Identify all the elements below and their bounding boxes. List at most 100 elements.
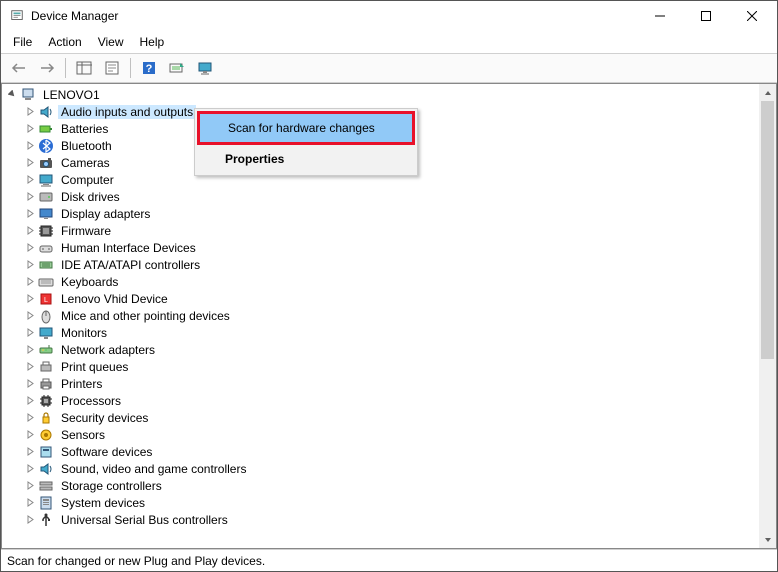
scroll-up-button[interactable] xyxy=(759,84,776,101)
toolbar-separator xyxy=(65,58,66,78)
disk-icon xyxy=(38,189,54,205)
tree-item[interactable]: Print queues xyxy=(6,358,759,375)
tree-item-label: IDE ATA/ATAPI controllers xyxy=(58,258,203,272)
expander-icon[interactable] xyxy=(24,429,36,441)
bluetooth-icon xyxy=(38,138,54,154)
tree-item-label: Mice and other pointing devices xyxy=(58,309,233,323)
properties-button[interactable] xyxy=(100,56,124,80)
tree-item[interactable]: Disk drives xyxy=(6,188,759,205)
tree-root[interactable]: LENOVO1 xyxy=(6,86,759,103)
tree-item[interactable]: Universal Serial Bus controllers xyxy=(6,511,759,528)
help-button[interactable]: ? xyxy=(137,56,161,80)
printqueue-icon xyxy=(38,359,54,375)
expander-icon[interactable] xyxy=(24,412,36,424)
expander-icon[interactable] xyxy=(24,463,36,475)
tree-item[interactable]: Monitors xyxy=(6,324,759,341)
expander-icon[interactable] xyxy=(24,514,36,526)
display-icon xyxy=(38,206,54,222)
tree-item-label: Display adapters xyxy=(58,207,153,221)
svg-text:L: L xyxy=(44,297,48,304)
tree-item-label: System devices xyxy=(58,496,148,510)
expander-icon[interactable] xyxy=(24,293,36,305)
expander-icon[interactable] xyxy=(24,378,36,390)
expander-icon[interactable] xyxy=(24,174,36,186)
expander-icon[interactable] xyxy=(24,157,36,169)
tree-item[interactable]: System devices xyxy=(6,494,759,511)
tree-item[interactable]: Mice and other pointing devices xyxy=(6,307,759,324)
scroll-track[interactable] xyxy=(759,101,776,531)
expander-icon[interactable] xyxy=(24,480,36,492)
system-icon xyxy=(38,495,54,511)
expander-icon[interactable] xyxy=(24,395,36,407)
maximize-button[interactable] xyxy=(683,1,729,31)
close-button[interactable] xyxy=(729,1,775,31)
expander-icon[interactable] xyxy=(24,344,36,356)
statusbar: Scan for changed or new Plug and Play de… xyxy=(1,549,777,571)
tree-item-label: Human Interface Devices xyxy=(58,241,199,255)
menu-view[interactable]: View xyxy=(90,33,132,51)
expander-icon[interactable] xyxy=(24,191,36,203)
tree-item[interactable]: Processors xyxy=(6,392,759,409)
expander-icon[interactable] xyxy=(24,361,36,373)
show-hide-console-tree-button[interactable] xyxy=(72,56,96,80)
scan-hardware-button[interactable] xyxy=(165,56,189,80)
camera-icon xyxy=(38,155,54,171)
hid-icon xyxy=(38,240,54,256)
processor-icon xyxy=(38,393,54,409)
expander-icon[interactable] xyxy=(24,140,36,152)
expander-icon[interactable] xyxy=(24,327,36,339)
status-text: Scan for changed or new Plug and Play de… xyxy=(7,554,265,568)
tree-item[interactable]: Sensors xyxy=(6,426,759,443)
tree-item-label: Sensors xyxy=(58,428,108,442)
tree-item[interactable]: Software devices xyxy=(6,443,759,460)
sensor-icon xyxy=(38,427,54,443)
app-icon xyxy=(9,8,25,24)
monitor-button[interactable] xyxy=(193,56,217,80)
expander-icon[interactable] xyxy=(24,123,36,135)
scroll-down-button[interactable] xyxy=(759,531,776,548)
tree-item-label: Processors xyxy=(58,394,124,408)
tree-item[interactable]: Display adapters xyxy=(6,205,759,222)
battery-icon xyxy=(38,121,54,137)
expander-icon[interactable] xyxy=(24,497,36,509)
ctx-scan-hardware[interactable]: Scan for hardware changes xyxy=(197,111,415,145)
tree-item[interactable]: Keyboards xyxy=(6,273,759,290)
tree-item[interactable]: Sound, video and game controllers xyxy=(6,460,759,477)
minimize-button[interactable] xyxy=(637,1,683,31)
tree-item-label: Print queues xyxy=(58,360,131,374)
menu-file[interactable]: File xyxy=(5,33,40,51)
tree-item[interactable]: Human Interface Devices xyxy=(6,239,759,256)
expander-icon[interactable] xyxy=(24,276,36,288)
expander-icon[interactable] xyxy=(24,106,36,118)
scroll-thumb[interactable] xyxy=(761,101,774,359)
expander-icon[interactable] xyxy=(24,446,36,458)
ctx-properties[interactable]: Properties xyxy=(197,145,415,173)
tree-item[interactable]: Network adapters xyxy=(6,341,759,358)
expander-icon[interactable] xyxy=(24,310,36,322)
tree-item[interactable]: Storage controllers xyxy=(6,477,759,494)
expander-icon[interactable] xyxy=(6,89,18,101)
tree-item[interactable]: IDE ATA/ATAPI controllers xyxy=(6,256,759,273)
tree-item[interactable]: LLenovo Vhid Device xyxy=(6,290,759,307)
expander-icon[interactable] xyxy=(24,259,36,271)
tree-item-label: Computer xyxy=(58,173,117,187)
toolbar-separator xyxy=(130,58,131,78)
menu-action[interactable]: Action xyxy=(40,33,89,51)
tree-item-label: Security devices xyxy=(58,411,151,425)
expander-icon[interactable] xyxy=(24,242,36,254)
tree-item-label: Sound, video and game controllers xyxy=(58,462,249,476)
tree-item[interactable]: Security devices xyxy=(6,409,759,426)
tree-item[interactable]: Printers xyxy=(6,375,759,392)
software-icon xyxy=(38,444,54,460)
network-icon xyxy=(38,342,54,358)
toolbar: ? xyxy=(1,53,777,83)
forward-button[interactable] xyxy=(35,56,59,80)
security-icon xyxy=(38,410,54,426)
tree-item[interactable]: Firmware xyxy=(6,222,759,239)
back-button[interactable] xyxy=(7,56,31,80)
expander-icon[interactable] xyxy=(24,225,36,237)
menu-help[interactable]: Help xyxy=(132,33,173,51)
tree-item-label: Software devices xyxy=(58,445,155,459)
scrollbar[interactable] xyxy=(759,84,776,548)
expander-icon[interactable] xyxy=(24,208,36,220)
